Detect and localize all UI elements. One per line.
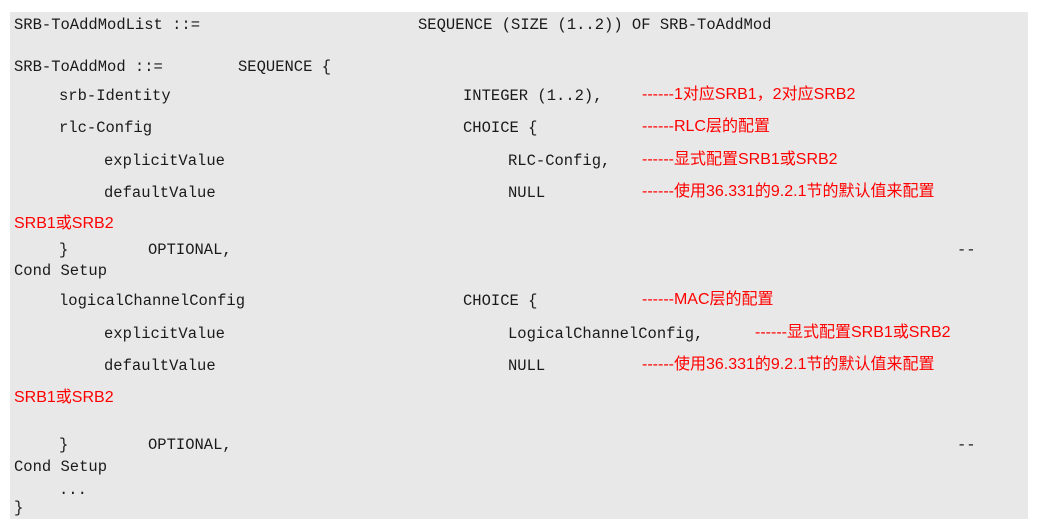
code-rlc-config-field: rlc-Config [59,119,153,137]
code-sequence-open: SEQUENCE { [238,58,332,76]
code-optional-rlc: OPTIONAL, [148,241,232,259]
code-close-brace-sequence: } [14,499,24,517]
note-rlc-config: ------RLC层的配置 [642,118,770,135]
code-mac-explicit-value: explicitValue [104,325,225,343]
note-rlc-default-wrap: SRB1或SRB2 [14,215,114,232]
code-cond-setup-rlc: Cond Setup [14,262,108,280]
code-srb-identity-field: srb-Identity [59,87,171,105]
code-sequence-size-of: SEQUENCE (SIZE (1..2)) OF SRB-ToAddMod [418,16,772,34]
code-ellipsis: ... [59,481,87,499]
code-close-brace-mac: } [59,436,69,454]
code-logical-channel-config-field: logicalChannelConfig [59,292,246,310]
code-rlc-config-type: RLC-Config, [508,152,611,170]
note-srb-identity: ------1对应SRB1，2对应SRB2 [642,86,856,103]
code-mac-null-type: NULL [508,357,546,375]
note-mac-default: ------使用36.331的9.2.1节的默认值来配置 [642,356,935,373]
code-integer-type: INTEGER (1..2), [463,87,603,105]
note-mac-config: ------MAC层的配置 [642,291,774,308]
code-rlc-explicit-value: explicitValue [104,152,225,170]
code-rlc-null-type: NULL [508,184,546,202]
code-optional-mac: OPTIONAL, [148,436,232,454]
code-srb-toaddmodlist-def: SRB-ToAddModList ::= [14,16,201,34]
code-mac-default-value: defaultValue [104,357,216,375]
note-rlc-explicit: ------显式配置SRB1或SRB2 [642,151,838,168]
code-logical-channel-config-type: LogicalChannelConfig, [508,325,704,343]
code-rlc-default-value: defaultValue [104,184,216,202]
note-mac-explicit: ------显式配置SRB1或SRB2 [755,324,951,341]
note-mac-default-wrap: SRB1或SRB2 [14,389,114,406]
code-close-brace-rlc: } [59,241,69,259]
code-comment-dash-mac: -- [957,436,976,454]
note-rlc-default: ------使用36.331的9.2.1节的默认值来配置 [642,183,935,200]
code-comment-dash-rlc: -- [957,241,976,259]
code-choice-open-rlc: CHOICE { [463,119,538,137]
code-srb-toaddmod-def: SRB-ToAddMod ::= [14,58,163,76]
code-cond-setup-mac: Cond Setup [14,458,108,476]
code-choice-open-mac: CHOICE { [463,292,538,310]
